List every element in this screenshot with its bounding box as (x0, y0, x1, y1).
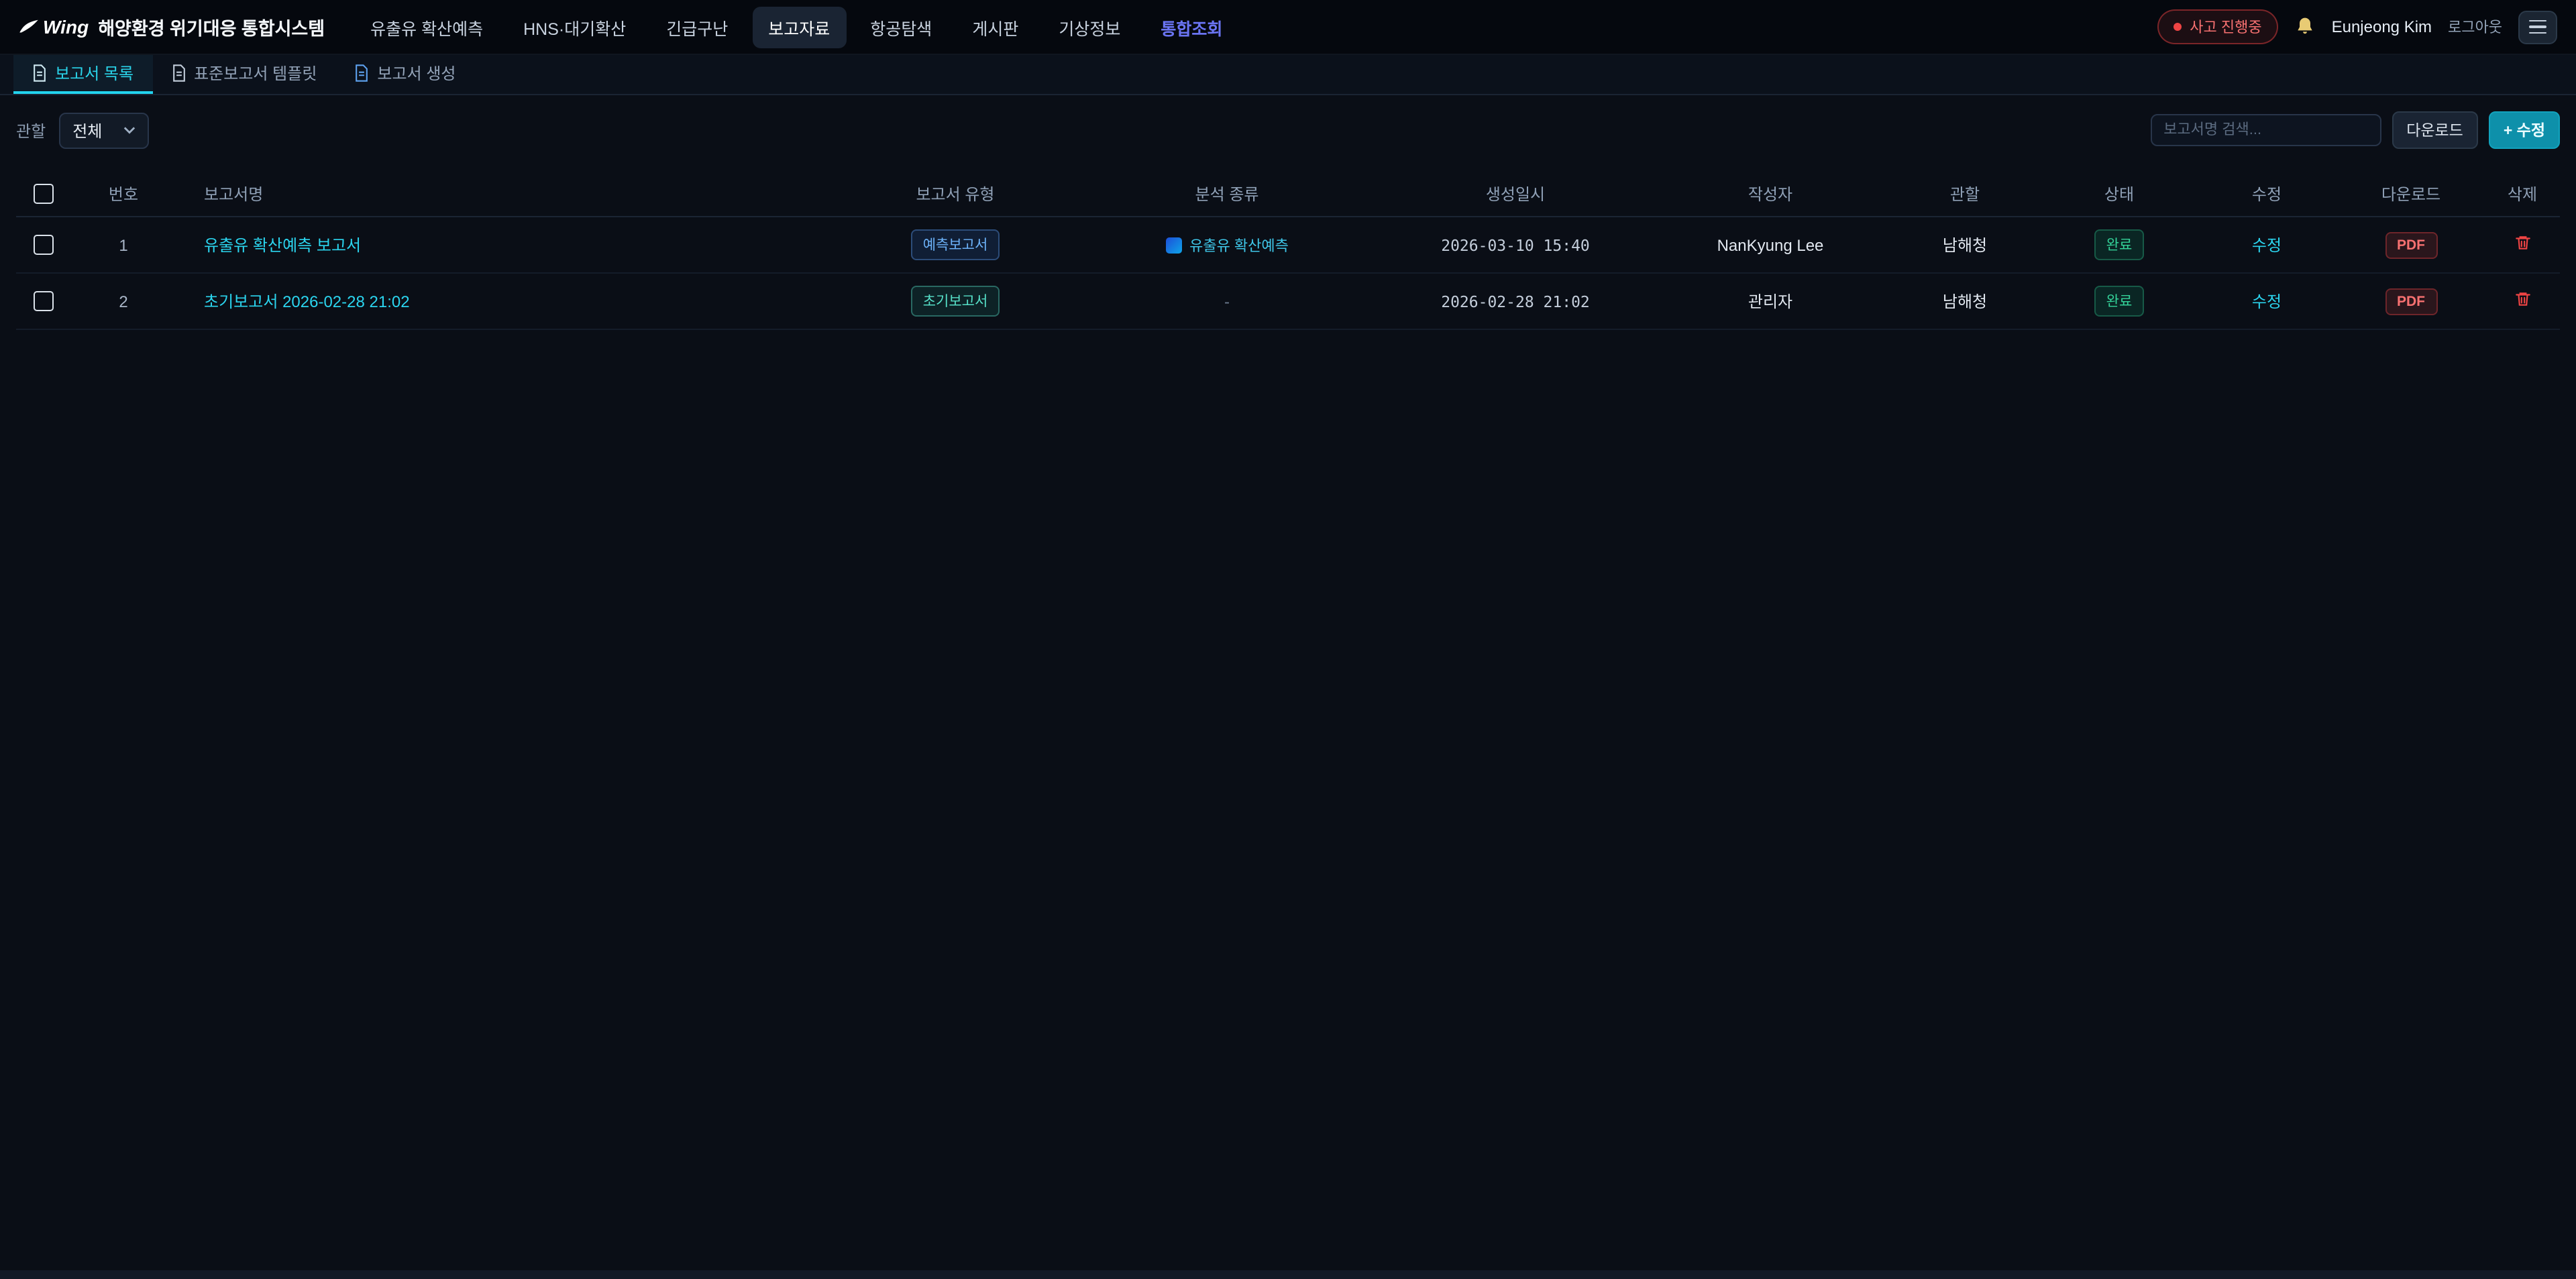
table-row: 1 유출유 확산예측 보고서 예측보고서 유출유 확산예측 2026-03-10… (16, 217, 2560, 274)
tab-label: 표준보고서 템플릿 (194, 62, 317, 85)
report-type-badge: 초기보고서 (911, 286, 1000, 317)
document-icon (171, 64, 186, 82)
table-row: 2 초기보고서 2026-02-28 21:02 초기보고서 - 2026-02… (16, 274, 2560, 330)
row-number: 2 (70, 292, 177, 311)
incident-dot-icon (2174, 23, 2182, 31)
pdf-download-badge[interactable]: PDF (2385, 231, 2437, 258)
col-header-10: 삭제 (2485, 182, 2560, 205)
nav-item-2[interactable]: 긴급구난 (650, 6, 744, 48)
brand: Wing 해양환경 위기대응 통합시스템 (19, 13, 325, 40)
analysis-type-cell: - (1076, 292, 1378, 311)
col-header-6: 관할 (1888, 182, 2042, 205)
tab-2[interactable]: 보고서 생성 (335, 55, 474, 94)
content: 관할 전체 다운로드 + 수정 번호보고서명보고서 유형분석 종류생성일시작성자… (0, 111, 2576, 330)
col-header-1: 보고서명 (177, 182, 835, 205)
nav-item-6[interactable]: 기상정보 (1042, 6, 1136, 48)
main-nav: 유출유 확산예측HNS·대기확산긴급구난보고자료항공탐색게시판기상정보통합조회 (354, 6, 2157, 48)
footer-strip (0, 1270, 2576, 1279)
incident-label: 사고 진행중 (2190, 16, 2261, 38)
col-header-4: 생성일시 (1378, 182, 1653, 205)
created-at: 2026-02-28 21:02 (1378, 292, 1653, 311)
trash-icon[interactable] (2514, 233, 2531, 252)
pdf-download-badge[interactable]: PDF (2385, 288, 2437, 315)
row-number: 1 (70, 235, 177, 254)
analysis-type-cell: 유출유 확산예측 (1076, 234, 1378, 256)
search-input[interactable] (2150, 114, 2381, 146)
table-header: 번호보고서명보고서 유형분석 종류생성일시작성자관할상태수정다운로드삭제 (16, 170, 2560, 217)
created-at: 2026-03-10 15:40 (1378, 235, 1653, 254)
row-checkbox[interactable] (33, 235, 53, 255)
analysis-label: 유출유 확산예측 (1189, 234, 1289, 256)
jurisdiction: 남해청 (1888, 290, 2042, 313)
trash-icon[interactable] (2514, 290, 2531, 309)
tab-label: 보고서 목록 (55, 62, 133, 85)
analysis-icon (1165, 237, 1181, 253)
logout-button[interactable]: 로그아웃 (2448, 16, 2502, 38)
top-bar: Wing 해양환경 위기대응 통합시스템 유출유 확산예측HNS·대기확산긴급구… (0, 0, 2576, 55)
author: 관리자 (1653, 290, 1888, 313)
jurisdiction-label: 관할 (16, 119, 46, 142)
brand-title: 해양환경 위기대응 통합시스템 (98, 13, 325, 40)
tab-1[interactable]: 표준보고서 템플릿 (152, 55, 335, 94)
bell-icon[interactable] (2294, 16, 2316, 38)
tab-label: 보고서 생성 (377, 62, 455, 85)
incident-status-badge[interactable]: 사고 진행중 (2157, 9, 2277, 44)
col-header-5: 작성자 (1653, 182, 1888, 205)
row-checkbox[interactable] (33, 291, 53, 311)
nav-item-7[interactable]: 통합조회 (1144, 6, 1238, 48)
jurisdiction-value: 전체 (72, 119, 102, 142)
create-button[interactable]: + 수정 (2489, 111, 2560, 149)
col-header-2: 보고서 유형 (835, 182, 1076, 205)
report-name-link[interactable]: 유출유 확산예측 보고서 (204, 236, 361, 255)
download-button[interactable]: 다운로드 (2392, 111, 2478, 149)
jurisdiction-select[interactable]: 전체 (59, 112, 149, 148)
col-header-9: 다운로드 (2337, 182, 2485, 205)
wing-logo-icon: Wing (19, 16, 89, 38)
report-name-link[interactable]: 초기보고서 2026-02-28 21:02 (204, 292, 410, 311)
document-icon (32, 64, 47, 82)
col-header-0: 번호 (70, 182, 177, 205)
status-badge: 완료 (2094, 286, 2145, 317)
tab-bar: 보고서 목록 표준보고서 템플릿 보고서 생성 (0, 55, 2576, 95)
tab-0[interactable]: 보고서 목록 (13, 55, 152, 94)
table-body: 1 유출유 확산예측 보고서 예측보고서 유출유 확산예측 2026-03-10… (16, 217, 2560, 330)
document-icon (354, 64, 369, 82)
edit-link[interactable]: 수정 (2252, 292, 2282, 311)
top-right: 사고 진행중 Eunjeong Kim 로그아웃 (2157, 9, 2557, 44)
col-header-8: 수정 (2196, 182, 2337, 205)
logo-text: Wing (43, 16, 89, 38)
nav-item-0[interactable]: 유출유 확산예측 (354, 6, 499, 48)
nav-item-3[interactable]: 보고자료 (752, 6, 846, 48)
select-all-checkbox[interactable] (33, 183, 53, 203)
jurisdiction: 남해청 (1888, 233, 2042, 256)
col-header-7: 상태 (2042, 182, 2196, 205)
col-header-3: 분석 종류 (1076, 182, 1378, 205)
user-name: Eunjeong Kim (2332, 17, 2432, 36)
edit-link[interactable]: 수정 (2252, 236, 2282, 255)
chevron-down-icon (123, 126, 136, 134)
filter-row: 관할 전체 다운로드 + 수정 (16, 111, 2560, 149)
nav-item-1[interactable]: HNS·대기확산 (507, 6, 642, 48)
report-type-badge: 예측보고서 (911, 229, 1000, 260)
status-badge: 완료 (2094, 229, 2145, 260)
app-root: Wing 해양환경 위기대응 통합시스템 유출유 확산예측HNS·대기확산긴급구… (0, 0, 2576, 1279)
hamburger-menu-icon[interactable] (2518, 10, 2557, 44)
nav-item-4[interactable]: 항공탐색 (854, 6, 948, 48)
author: NanKyung Lee (1653, 235, 1888, 254)
nav-item-5[interactable]: 게시판 (956, 6, 1034, 48)
